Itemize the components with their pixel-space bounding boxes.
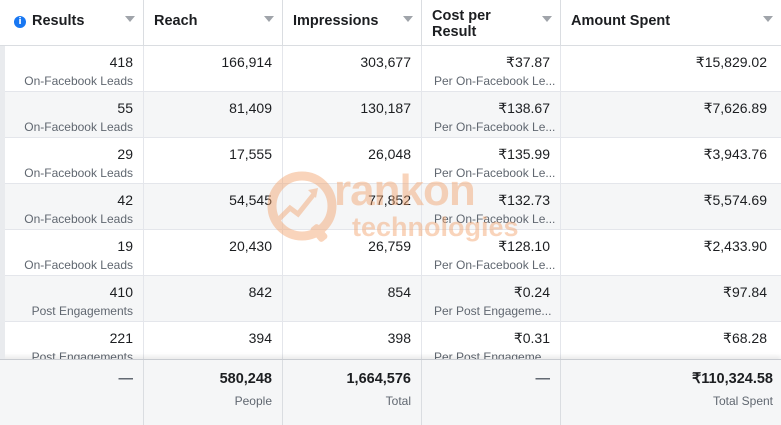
cost-type: Per Post Engageme... bbox=[434, 304, 552, 318]
cost-type: Per On-Facebook Le... bbox=[434, 212, 556, 226]
total-reach-label: People bbox=[234, 394, 272, 408]
impressions-value: 303,677 bbox=[360, 54, 411, 70]
total-results: — bbox=[118, 371, 134, 387]
cost-value: ₹128.10 bbox=[498, 238, 550, 254]
impressions-value: 26,759 bbox=[368, 238, 411, 254]
amount-value: ₹97.84 bbox=[723, 284, 767, 300]
table-row[interactable]: 29 On-Facebook Leads 17,555 26,048 ₹135.9… bbox=[0, 138, 781, 184]
reach-value: 54,545 bbox=[229, 192, 272, 208]
amount-value: ₹3,943.76 bbox=[703, 146, 767, 162]
cost-type: Per On-Facebook Le... bbox=[434, 74, 556, 88]
impressions-value: 77,852 bbox=[368, 192, 411, 208]
table-row[interactable]: 410 Post Engagements 842 854 ₹0.24 Per Pos… bbox=[0, 276, 781, 322]
cost-type: Per On-Facebook Le... bbox=[434, 120, 556, 134]
cost-value: ₹0.24 bbox=[513, 284, 550, 300]
chevron-down-icon[interactable] bbox=[763, 16, 773, 22]
chevron-down-icon[interactable] bbox=[403, 16, 413, 22]
total-reach-cell: 580,248 People bbox=[144, 360, 283, 425]
total-cost-cell: — bbox=[422, 360, 561, 425]
amount-value: ₹68.28 bbox=[723, 330, 767, 346]
reach-value: 81,409 bbox=[229, 100, 272, 116]
total-amount-cell: ₹110,324.58 Total Spent bbox=[561, 360, 781, 425]
reach-value: 20,430 bbox=[229, 238, 272, 254]
cost-value: ₹37.87 bbox=[506, 54, 550, 70]
info-icon[interactable]: i bbox=[14, 16, 26, 28]
reach-value: 166,914 bbox=[221, 54, 272, 70]
table-row[interactable]: 221 Post Engagements 394 398 ₹0.31 Per Pos… bbox=[0, 322, 781, 360]
impressions-value: 854 bbox=[387, 284, 411, 300]
amount-value: ₹15,829.02 bbox=[695, 54, 767, 70]
totals-row: — 580,248 People 1,664,576 Total — ₹110,32… bbox=[0, 359, 781, 425]
results-value: 19 bbox=[117, 238, 133, 254]
cost-value: ₹0.31 bbox=[513, 330, 550, 346]
total-impressions-cell: 1,664,576 Total bbox=[283, 360, 422, 425]
cost-value: ₹132.73 bbox=[498, 192, 550, 208]
chevron-down-icon[interactable] bbox=[264, 16, 274, 22]
table-row[interactable]: 418 On-Facebook Leads 166,914 303,677 ₹37… bbox=[0, 46, 781, 92]
results-type: On-Facebook Leads bbox=[24, 74, 133, 88]
column-header-impressions[interactable]: Impressions bbox=[283, 0, 422, 45]
total-impressions-label: Total bbox=[385, 394, 411, 408]
table-row[interactable]: 19 On-Facebook Leads 20,430 26,759 ₹128.1… bbox=[0, 230, 781, 276]
results-type: On-Facebook Leads bbox=[24, 212, 133, 226]
results-value: 418 bbox=[109, 54, 133, 70]
column-label-reach: Reach bbox=[154, 13, 198, 29]
cost-type: Per On-Facebook Le... bbox=[434, 258, 556, 272]
results-value: 221 bbox=[109, 330, 133, 346]
ads-results-table: i Results Reach Impressions Cost per Resu… bbox=[0, 0, 781, 425]
amount-value: ₹2,433.90 bbox=[703, 238, 767, 254]
table-header: i Results Reach Impressions Cost per Resu… bbox=[0, 0, 781, 46]
column-header-cost-per-result[interactable]: Cost per Result bbox=[422, 0, 561, 45]
total-reach: 580,248 bbox=[219, 371, 272, 387]
reach-value: 17,555 bbox=[229, 146, 272, 162]
total-amount-label: Total Spent bbox=[712, 394, 773, 408]
table-body: 418 On-Facebook Leads 166,914 303,677 ₹37… bbox=[0, 46, 781, 360]
total-results-cell: — bbox=[0, 360, 144, 425]
results-type: On-Facebook Leads bbox=[24, 166, 133, 180]
chevron-down-icon[interactable] bbox=[125, 16, 135, 22]
column-header-amount-spent[interactable]: Amount Spent bbox=[561, 0, 781, 45]
amount-value: ₹7,626.89 bbox=[703, 100, 767, 116]
column-header-reach[interactable]: Reach bbox=[144, 0, 283, 45]
total-impressions: 1,664,576 bbox=[346, 371, 411, 387]
table-row[interactable]: 55 On-Facebook Leads 81,409 130,187 ₹138.… bbox=[0, 92, 781, 138]
impressions-value: 398 bbox=[387, 330, 411, 346]
column-label-results: Results bbox=[32, 13, 85, 29]
results-type: On-Facebook Leads bbox=[24, 258, 133, 272]
results-value: 42 bbox=[117, 192, 133, 208]
column-label-cost-line1: Cost per bbox=[432, 8, 491, 24]
row-selection-strip bbox=[0, 46, 5, 359]
amount-value: ₹5,574.69 bbox=[703, 192, 767, 208]
column-label-impressions: Impressions bbox=[293, 13, 379, 29]
results-value: 29 bbox=[117, 146, 133, 162]
results-value: 410 bbox=[109, 284, 133, 300]
results-type: Post Engagements bbox=[31, 304, 133, 318]
total-amount-spent: ₹110,324.58 bbox=[692, 371, 773, 387]
column-label-cost-line2: Result bbox=[432, 24, 477, 40]
cost-type: Per On-Facebook Le... bbox=[434, 166, 556, 180]
impressions-value: 26,048 bbox=[368, 146, 411, 162]
column-header-results[interactable]: i Results bbox=[0, 0, 144, 45]
chevron-down-icon[interactable] bbox=[542, 16, 552, 22]
total-cost: — bbox=[535, 371, 551, 387]
results-type: On-Facebook Leads bbox=[24, 120, 133, 134]
reach-value: 394 bbox=[248, 330, 272, 346]
column-label-amount-spent: Amount Spent bbox=[571, 13, 671, 29]
cost-value: ₹138.67 bbox=[498, 100, 550, 116]
impressions-value: 130,187 bbox=[360, 100, 411, 116]
reach-value: 842 bbox=[248, 284, 272, 300]
results-value: 55 bbox=[117, 100, 133, 116]
table-row[interactable]: 42 On-Facebook Leads 54,545 77,852 ₹132.7… bbox=[0, 184, 781, 230]
cost-value: ₹135.99 bbox=[498, 146, 550, 162]
